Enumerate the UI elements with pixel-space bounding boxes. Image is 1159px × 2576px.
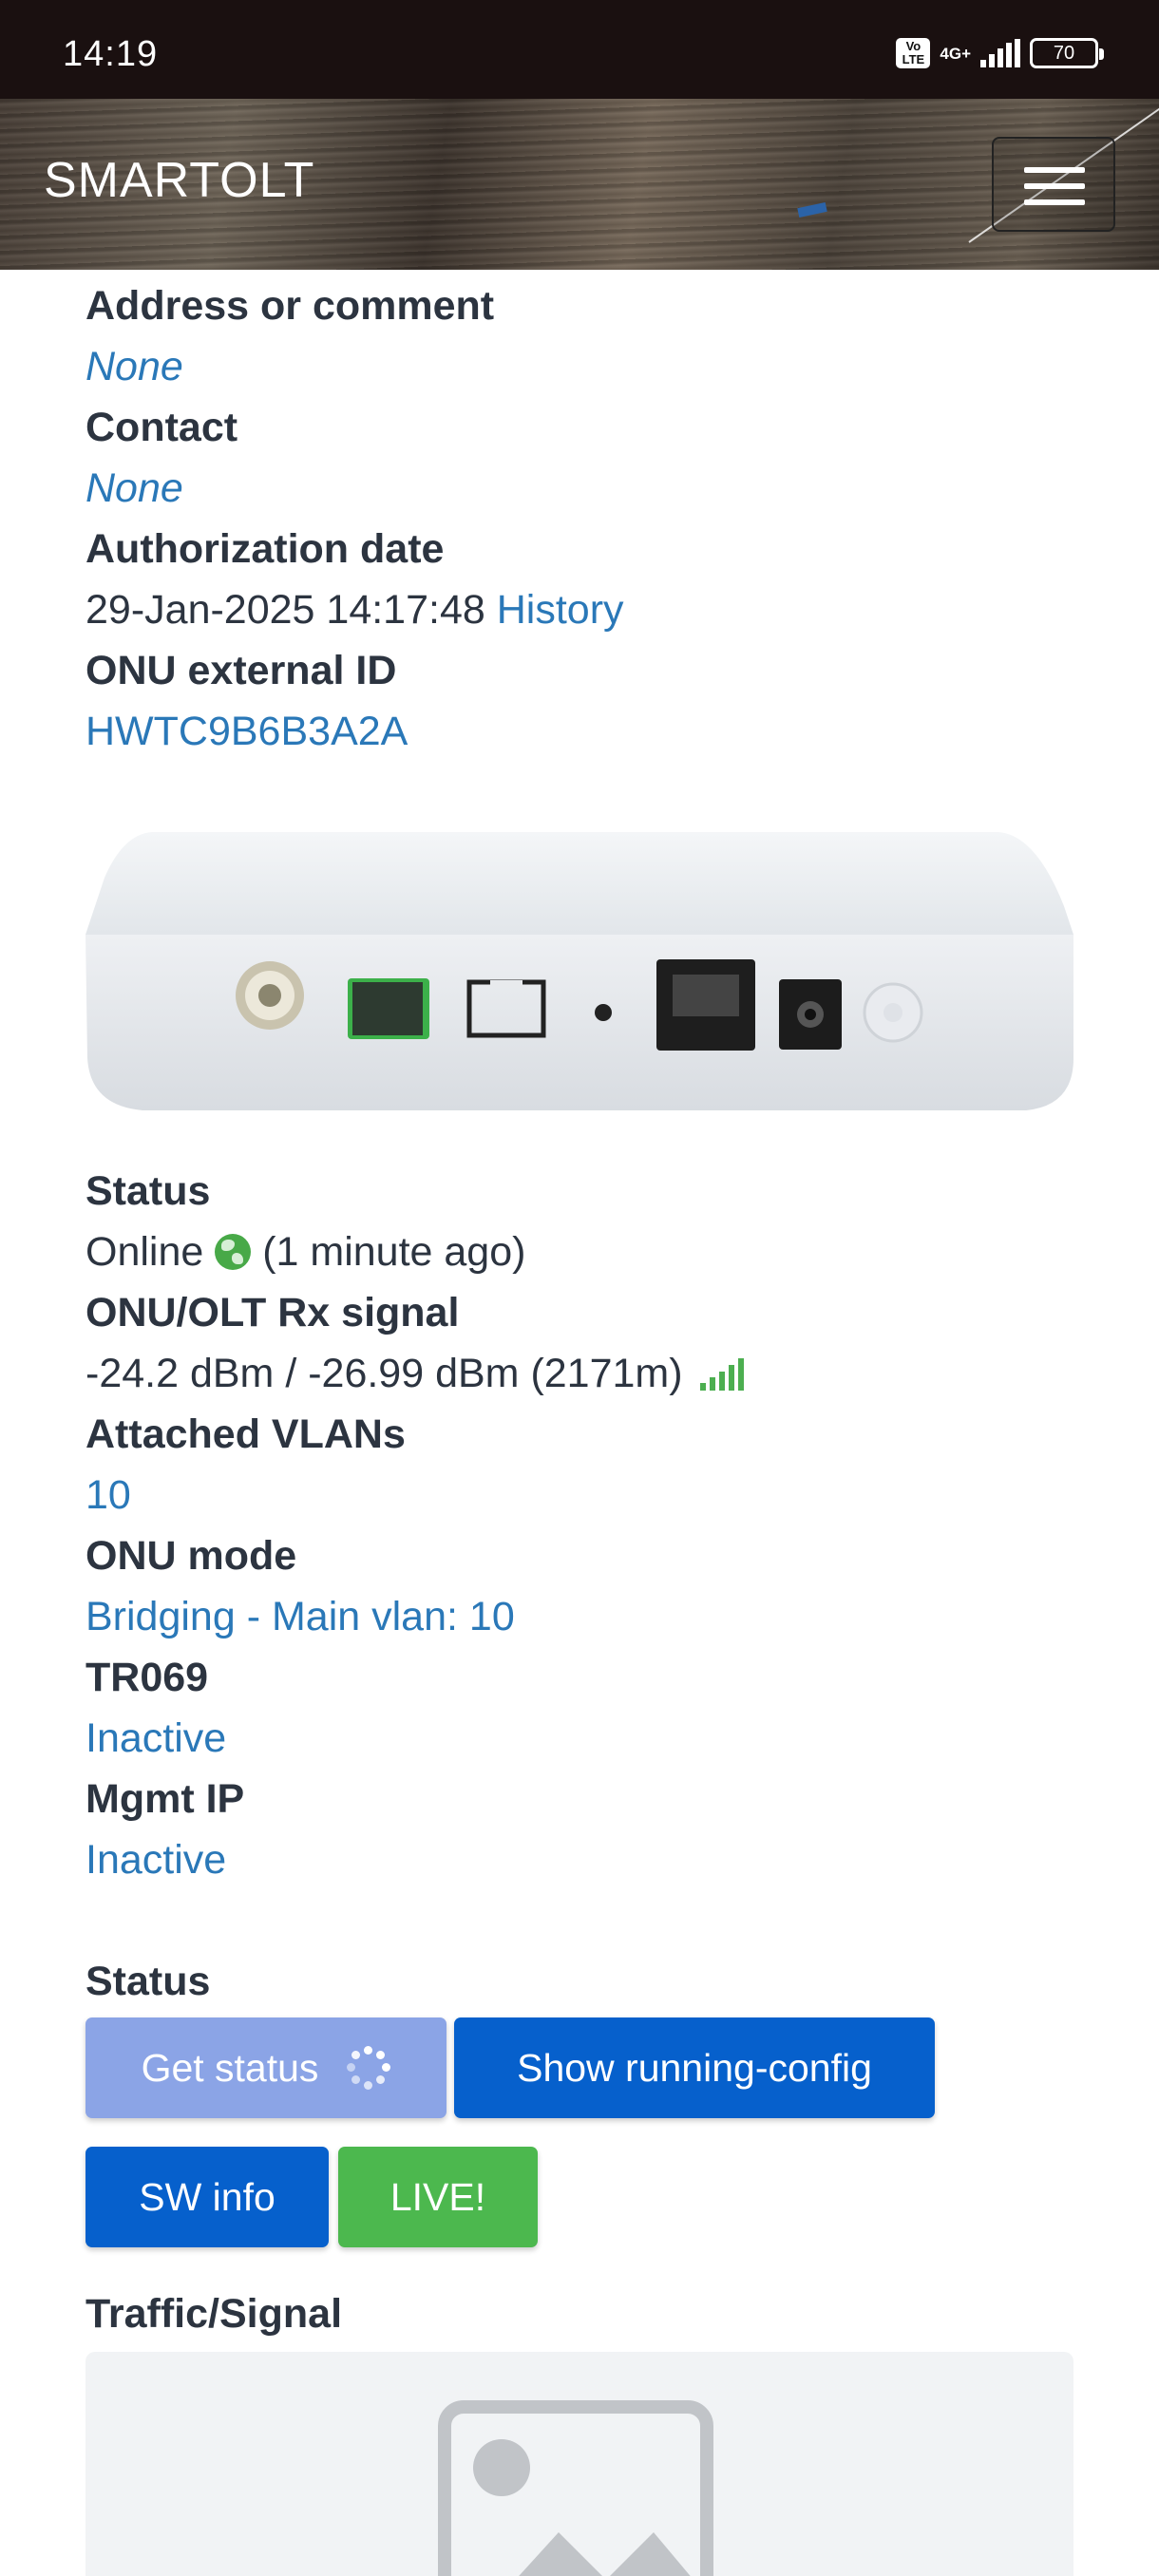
traffic-signal-label: Traffic/Signal: [86, 2291, 343, 2337]
clock: 14:19: [63, 34, 159, 74]
show-running-config-button[interactable]: Show running-config: [454, 2017, 935, 2118]
actions-section-label: Status: [86, 1959, 211, 2004]
mgmt-ip-label: Mgmt IP: [86, 1776, 245, 1822]
status-time: (1 minute ago): [262, 1229, 526, 1275]
status-value: Online: [86, 1229, 204, 1275]
mgmt-ip-value[interactable]: Inactive: [86, 1837, 226, 1884]
onu-device-image: [86, 821, 1074, 1115]
get-status-label: Get status: [141, 2045, 319, 2090]
signal-strength-icon: [699, 1358, 744, 1391]
globe-icon: [215, 1234, 252, 1270]
authorization-date-value: 29-Jan-2025 14:17:48: [86, 587, 485, 633]
traffic-graph-container: [86, 2352, 1074, 2576]
battery-icon: 70: [1030, 38, 1104, 68]
status-row: Online (1 minute ago): [86, 1229, 525, 1276]
history-link[interactable]: History: [497, 587, 624, 633]
external-id-value[interactable]: HWTC9B6B3A2A: [86, 709, 408, 755]
status-label: Status: [86, 1168, 211, 1214]
hamburger-menu-icon[interactable]: [992, 137, 1115, 232]
authorization-date-label: Authorization date: [86, 526, 445, 572]
top-navbar: SMARTOLT: [0, 99, 1159, 270]
vlans-value[interactable]: 10: [86, 1472, 131, 1519]
onu-mode-label: ONU mode: [86, 1533, 297, 1579]
rx-signal-label: ONU/OLT Rx signal: [86, 1290, 460, 1335]
cell-signal-icon: [980, 39, 1020, 67]
address-label: Address or comment: [86, 283, 495, 329]
get-status-button[interactable]: Get status: [86, 2017, 446, 2118]
image-placeholder-icon: [438, 2400, 713, 2576]
vlans-label: Attached VLANs: [86, 1411, 406, 1457]
tr069-label: TR069: [86, 1655, 209, 1700]
rx-signal-value: -24.2 dBm / -26.99 dBm (2171m): [86, 1351, 683, 1396]
brand-logo[interactable]: SMARTOLT: [44, 152, 314, 209]
sw-info-button[interactable]: SW info: [86, 2147, 329, 2247]
onu-mode-value[interactable]: Bridging - Main vlan: 10: [86, 1594, 515, 1640]
contact-label: Contact: [86, 405, 238, 450]
system-status-bar: 14:19 Vo LTE 4G+ 70: [0, 0, 1159, 99]
network-type: 4G+: [940, 44, 971, 63]
battery-level: 70: [1053, 43, 1075, 64]
rx-signal-row: -24.2 dBm / -26.99 dBm (2171m): [86, 1351, 744, 1397]
authorization-date-row: 29-Jan-2025 14:17:48 History: [86, 587, 624, 634]
tr069-value[interactable]: Inactive: [86, 1715, 226, 1762]
system-indicators: Vo LTE 4G+ 70: [896, 38, 1104, 68]
volte-icon: Vo LTE: [896, 38, 931, 68]
loading-spinner-icon: [347, 2046, 391, 2090]
external-id-label: ONU external ID: [86, 648, 397, 693]
contact-value[interactable]: None: [86, 465, 183, 512]
live-button[interactable]: LIVE!: [338, 2147, 538, 2247]
address-value[interactable]: None: [86, 344, 183, 390]
